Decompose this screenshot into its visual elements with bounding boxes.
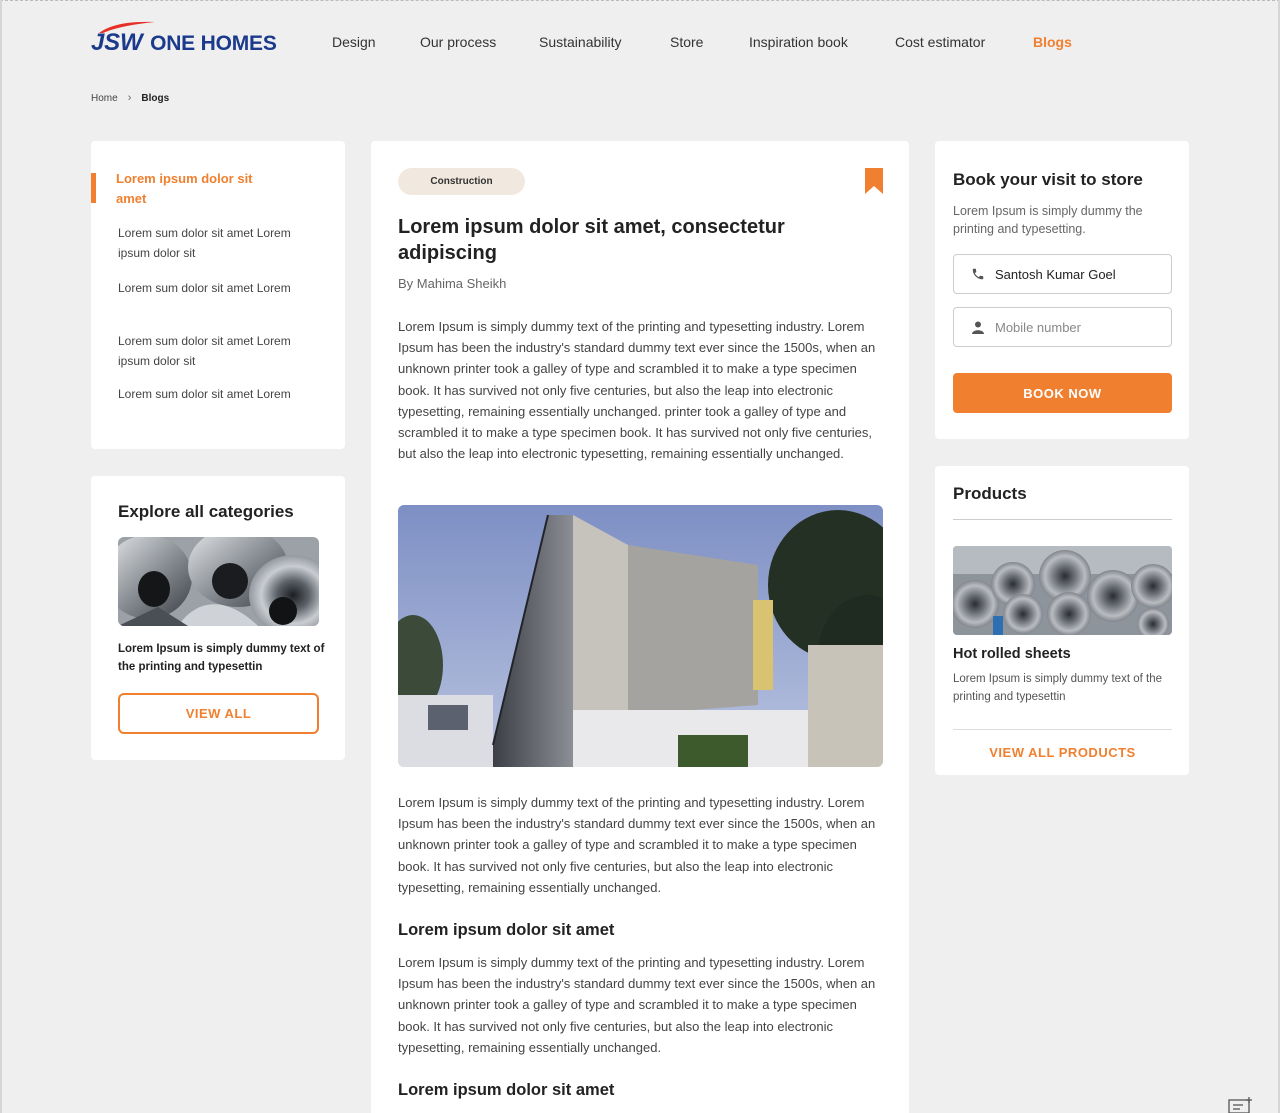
name-input[interactable] xyxy=(995,266,1165,282)
mobile-field[interactable] xyxy=(953,307,1172,347)
bookmark-icon[interactable] xyxy=(865,168,883,194)
book-now-button[interactable]: BOOK NOW xyxy=(953,373,1172,413)
book-visit-card: Book your visit to store Lorem Ipsum is … xyxy=(935,141,1189,439)
logo-wordmark: JSW ONE HOMES xyxy=(91,29,277,57)
user-icon xyxy=(971,320,985,334)
book-visit-title: Book your visit to store xyxy=(953,170,1143,189)
toc-item[interactable]: Lorem sum dolor sit amet Lorem xyxy=(118,278,318,298)
steel-coils-image[interactable] xyxy=(118,537,319,626)
brand-logo[interactable]: JSW ONE HOMES xyxy=(91,20,291,60)
article-author: By Mahima Sheikh xyxy=(398,276,507,291)
article-paragraph: Lorem Ipsum is simply dummy text of the … xyxy=(398,955,876,1055)
article-card: Construction Lorem ipsum dolor sit amet,… xyxy=(371,141,909,1113)
explore-title: Explore all categories xyxy=(118,502,294,521)
products-title: Products xyxy=(953,484,1027,503)
nav-store[interactable]: Store xyxy=(670,34,703,50)
toc-item[interactable]: Lorem sum dolor sit amet Lorem ipsum dol… xyxy=(118,331,318,371)
nav-cost-estimator[interactable]: Cost estimator xyxy=(895,34,985,50)
nav-our-process[interactable]: Our process xyxy=(420,34,496,50)
hot-rolled-sheets-image[interactable] xyxy=(953,546,1172,635)
article-house-image xyxy=(398,505,883,767)
article-paragraph: Lorem Ipsum is simply dummy text of the … xyxy=(398,795,876,895)
article-subheading: Lorem ipsum dolor sit amet xyxy=(398,1081,615,1099)
products-divider xyxy=(953,519,1172,520)
article-subheading: Lorem ipsum dolor sit amet xyxy=(398,921,615,939)
breadcrumb: Home › Blogs xyxy=(91,92,169,104)
article-title: Lorem ipsum dolor sit amet, consectetur … xyxy=(398,216,785,264)
page-frame-left xyxy=(0,0,2,1113)
explore-categories-card: Explore all categories Lorem Ipsum is si… xyxy=(91,476,345,760)
logo-one: ONE xyxy=(150,32,195,55)
explore-caption: Lorem Ipsum is simply dummy text of the … xyxy=(118,643,325,673)
breadcrumb-home[interactable]: Home xyxy=(91,93,118,104)
toc-item[interactable]: Lorem sum dolor sit amet Lorem xyxy=(118,384,318,404)
mobile-input[interactable] xyxy=(995,319,1165,335)
logo-jsw: JSW xyxy=(91,29,143,56)
nav-inspiration-book[interactable]: Inspiration book xyxy=(749,34,848,50)
nav-blogs[interactable]: Blogs xyxy=(1033,34,1072,50)
toc-item[interactable]: Lorem sum dolor sit amet Lorem ipsum dol… xyxy=(118,223,318,263)
book-visit-description: Lorem Ipsum is simply dummy the printing… xyxy=(953,204,1143,236)
site-header: JSW ONE HOMES Design Our process Sustain… xyxy=(0,0,1280,86)
toc-active-indicator xyxy=(91,173,96,203)
products-divider-bottom xyxy=(953,729,1172,730)
breadcrumb-current: Blogs xyxy=(141,92,170,104)
product-description: Lorem Ipsum is simply dummy text of the … xyxy=(953,673,1162,703)
view-all-products-link[interactable]: VIEW ALL PRODUCTS xyxy=(953,745,1172,760)
view-all-button[interactable]: VIEW ALL xyxy=(118,693,319,734)
nav-design[interactable]: Design xyxy=(332,34,376,50)
chevron-right-icon: › xyxy=(127,92,132,104)
category-tag[interactable]: Construction xyxy=(398,168,525,195)
phone-icon xyxy=(971,267,985,281)
toc-item-active[interactable]: Lorem ipsum dolor sit amet xyxy=(116,169,286,209)
logo-homes: HOMES xyxy=(200,32,277,55)
product-name[interactable]: Hot rolled sheets xyxy=(953,646,1071,662)
nav-sustainability[interactable]: Sustainability xyxy=(539,34,622,50)
article-paragraph: Lorem Ipsum is simply dummy text of the … xyxy=(398,319,876,462)
products-card: Products Hot rolled sheets Lorem Ipsum i… xyxy=(935,466,1189,775)
name-field[interactable] xyxy=(953,254,1172,294)
add-note-icon[interactable] xyxy=(1228,1096,1254,1113)
toc-card: Lorem ipsum dolor sit amet Lorem sum dol… xyxy=(91,141,345,449)
